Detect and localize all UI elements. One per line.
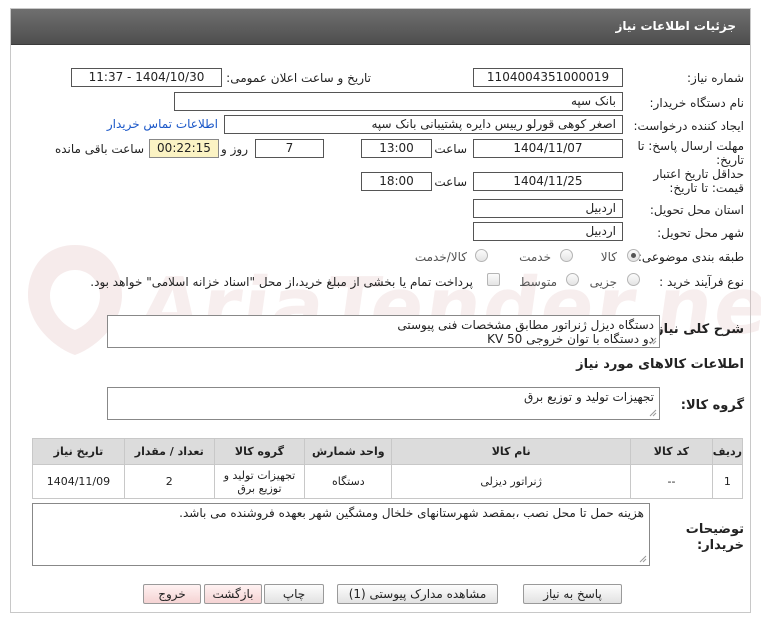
col-header-row-number: ردیف [711, 438, 744, 465]
cell-goods-name: ژنراتور دیزلی [391, 464, 632, 499]
cell-quantity: 2 [123, 464, 215, 499]
buyer-org-label: نام دستگاه خریدار: [649, 96, 745, 110]
description-label: شرح کلی نیاز: [650, 322, 744, 337]
goods-table: ردیف کد کالا نام کالا واحد شمارش گروه کا… [32, 438, 744, 499]
province-field: اردبیل [473, 199, 623, 218]
description-line-1: دستگاه دیزل ژنراتور مطابق مشخصات فنی پیو… [397, 318, 654, 332]
category-option-service: خدمت [519, 250, 551, 264]
price-validity-label-line1: حداقل تاریخ اعتبار [653, 167, 744, 181]
col-header-goods-code: کد کالا [630, 438, 713, 465]
buyer-notes-label-line2: خریدار: [697, 538, 744, 553]
process-radio-minor[interactable] [627, 273, 640, 286]
process-type-label: نوع فرآیند خرید : [659, 275, 744, 289]
resize-grip-icon[interactable] [649, 409, 657, 417]
buyer-org-field: بانک سپه [174, 92, 623, 111]
category-radio-service[interactable] [560, 249, 573, 262]
treasury-note: پرداخت تمام یا بخشی از مبلغ خرید،از محل … [90, 275, 473, 289]
process-option-medium: متوسط [519, 275, 557, 289]
treasury-checkbox[interactable] [487, 273, 500, 286]
need-number-label: شماره نیاز: [687, 71, 744, 85]
validity-time-field: 18:00 [361, 172, 432, 191]
reply-time-label: ساعت [434, 142, 467, 156]
print-button[interactable]: چاپ [264, 584, 324, 604]
back-button[interactable]: بازگشت [204, 584, 262, 604]
panel-title: جزئیات اطلاعات نیاز [615, 19, 736, 33]
city-field: اردبیل [473, 222, 623, 241]
announce-datetime-field: 1404/10/30 - 11:37 [71, 68, 222, 87]
buyer-notes-value: هزینه حمل تا محل نصب ،بمقصد شهرستانهای خ… [179, 506, 644, 520]
validity-time-label: ساعت [434, 175, 467, 189]
category-radio-goods[interactable] [627, 249, 640, 262]
col-header-need-date: تاریخ نیاز [32, 438, 125, 465]
view-attachments-button[interactable]: مشاهده مدارک پیوستی (1) [337, 584, 498, 604]
exit-button[interactable]: خروج [143, 584, 201, 604]
col-header-goods-name: نام کالا [391, 438, 632, 465]
remaining-time-field: 00:22:15 [149, 139, 219, 158]
goods-group-textbox: تجهیزات تولید و توزیع برق [107, 387, 660, 420]
buyer-contact-link[interactable]: اطلاعات تماس خریدار [107, 117, 218, 131]
category-option-goods-service: کالا/خدمت [414, 250, 467, 264]
reply-deadline-label-line2: تاریخ: [716, 153, 744, 167]
reply-deadline-label-line1: مهلت ارسال پاسخ: تا [637, 139, 744, 153]
reply-time-field: 13:00 [361, 139, 432, 158]
reply-to-need-button[interactable]: پاسخ به نیاز [523, 584, 622, 604]
cell-row-number: 1 [711, 464, 744, 499]
need-number-field: 1104004351000019 [473, 68, 623, 87]
resize-grip-icon[interactable] [649, 337, 657, 345]
province-label: استان محل تحویل: [649, 203, 744, 217]
goods-info-heading: اطلاعات کالاهای مورد نیاز [576, 357, 744, 372]
col-header-unit: واحد شمارش [304, 438, 393, 465]
process-option-minor: جزیی [589, 275, 617, 289]
cell-need-date: 1404/11/09 [32, 464, 125, 499]
creator-field: اصغر کوهی قورلو رییس دایره پشتیبانی بانک… [224, 115, 623, 134]
price-validity-label-line2: قیمت: تا تاریخ: [669, 181, 744, 195]
buyer-notes-label-line1: توضیحات [685, 522, 744, 537]
description-line-2: دو دستگاه با توان خروجی KV 50 [487, 332, 654, 346]
col-header-goods-group: گروه کالا [213, 438, 306, 465]
day-and-label: روز و [221, 142, 248, 156]
validity-date-field: 1404/11/25 [473, 172, 623, 191]
category-label: طبقه بندی موضوعی: [637, 250, 744, 264]
goods-group-value: تجهیزات تولید و توزیع برق [524, 390, 654, 404]
description-textbox: دستگاه دیزل ژنراتور مطابق مشخصات فنی پیو… [107, 315, 660, 348]
reply-days-field: 7 [255, 139, 324, 158]
city-label: شهر محل تحویل: [657, 226, 744, 240]
goods-table-header-row: ردیف کد کالا نام کالا واحد شمارش گروه کا… [32, 438, 744, 465]
creator-label: ایجاد کننده درخواست: [633, 119, 744, 133]
reply-date-field: 1404/11/07 [473, 139, 623, 158]
category-option-goods: کالا [600, 250, 617, 264]
process-radio-medium[interactable] [566, 273, 579, 286]
cell-unit: دستگاه [304, 464, 393, 499]
announce-datetime-label: تاریخ و ساعت اعلان عمومی: [226, 71, 371, 85]
goods-group-label: گروه کالا: [680, 398, 744, 413]
category-radio-goods-service[interactable] [475, 249, 488, 262]
cell-goods-group: تجهیزات تولید و توزیع برق [213, 464, 306, 499]
panel-header: جزئیات اطلاعات نیاز [11, 9, 750, 45]
resize-grip-icon[interactable] [639, 555, 647, 563]
cell-goods-code: -- [630, 464, 713, 499]
buyer-notes-textbox: هزینه حمل تا محل نصب ،بمقصد شهرستانهای خ… [32, 503, 650, 566]
remaining-label: ساعت باقی مانده [54, 142, 144, 156]
table-row: 1 -- ژنراتور دیزلی دستگاه تجهیزات تولید … [32, 464, 744, 499]
col-header-quantity: تعداد / مقدار [123, 438, 215, 465]
radio-selected-dot [631, 253, 636, 258]
